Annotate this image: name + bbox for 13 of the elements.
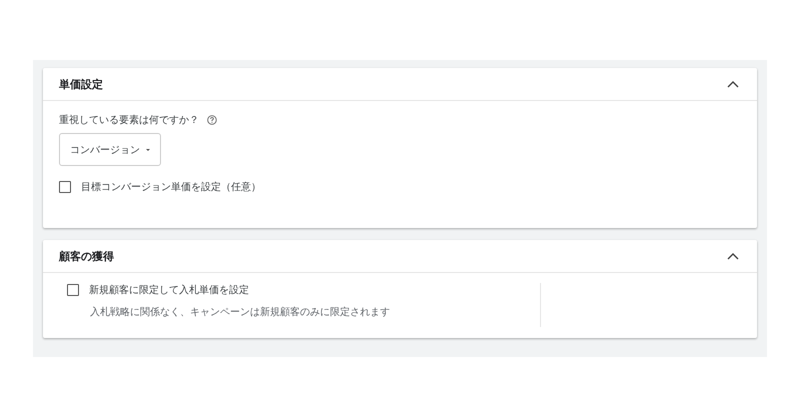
collapse-icon[interactable] (727, 80, 739, 88)
checkbox-description: 入札戦略に関係なく、キャンペーンは新規顧客のみに限定されます (89, 306, 391, 319)
section-title: 単価設定 (59, 76, 103, 92)
caret-icon (146, 148, 150, 152)
checkbox[interactable] (59, 181, 71, 193)
checkbox-label: 新規顧客に限定して入札単価を設定 (89, 284, 249, 297)
help-icon[interactable] (207, 115, 217, 125)
checkbox-label: 目標コンバージョン単価を設定（任意） (81, 180, 261, 194)
conversion-dropdown[interactable]: コンバージョン (59, 133, 161, 166)
question-label: 重視している要素は何ですか？ (59, 114, 199, 127)
checkbox[interactable] (67, 284, 79, 296)
section-title: 顧客の獲得 (59, 248, 114, 264)
collapse-icon[interactable] (727, 252, 739, 260)
